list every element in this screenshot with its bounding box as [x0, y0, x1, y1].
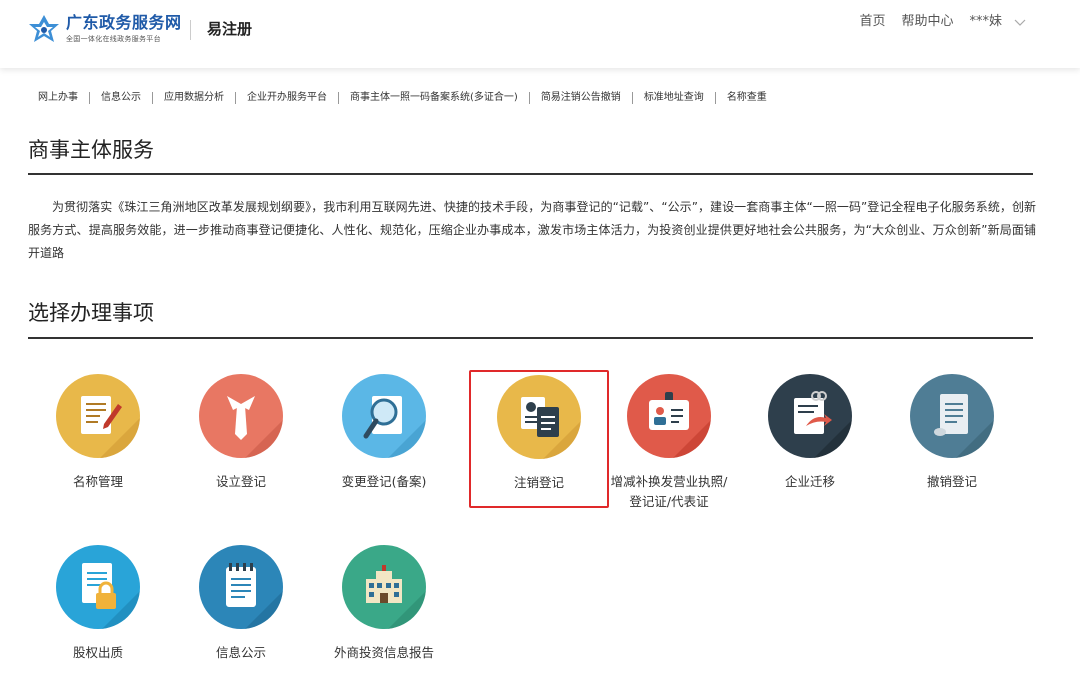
subnav-online-service[interactable]: 网上办事	[38, 90, 78, 106]
chevron-down-icon[interactable]	[1014, 16, 1026, 28]
subnav-separator	[338, 92, 339, 104]
subnav-name-check[interactable]: 名称查重	[727, 90, 767, 106]
section-divider	[28, 173, 1033, 175]
service-revoke-registration[interactable]: 撤销登记	[882, 374, 1022, 492]
service-label: 信息公示	[215, 645, 266, 660]
nav-home-link[interactable]: 首页	[859, 13, 885, 31]
top-nav: 首页 帮助中心 ***妹	[859, 13, 1002, 31]
info-disclosure-icon	[199, 545, 283, 629]
license-reissue-icon	[627, 374, 711, 458]
subnav-one-license-system[interactable]: 商事主体一照一码备案系统(多证合一)	[350, 90, 518, 106]
service-label: 设立登记	[215, 474, 266, 489]
service-label: 名称管理	[72, 474, 123, 489]
module-title: 易注册	[207, 20, 253, 38]
subnav-enterprise-platform[interactable]: 企业开办服务平台	[247, 90, 327, 106]
cancel-registration-icon	[497, 375, 581, 459]
service-label: 外商投资信息报告	[333, 645, 434, 660]
service-label: 撤销登记	[926, 474, 977, 489]
brand-title: 广东政务服务网	[66, 13, 182, 32]
service-cancel-registration[interactable]: 注销登记	[469, 370, 609, 508]
user-name[interactable]: ***妹	[969, 13, 1002, 31]
subnav-separator	[714, 92, 716, 104]
service-equity-pledge[interactable]: 股权出质	[28, 545, 168, 663]
brand-divider	[190, 20, 191, 40]
service-info-disclosure[interactable]: 信息公示	[171, 545, 311, 663]
nav-help-link[interactable]: 帮助中心	[901, 13, 953, 31]
equity-pledge-icon	[56, 545, 140, 629]
revoke-registration-icon	[910, 374, 994, 458]
establish-registration-icon	[199, 374, 283, 458]
subnav-separator	[528, 92, 530, 104]
subnav-separator	[235, 92, 236, 104]
subnav-address-query[interactable]: 标准地址查询	[644, 90, 704, 106]
service-label: 注销登记	[513, 475, 564, 490]
service-establish-registration[interactable]: 设立登记	[171, 374, 311, 492]
service-label: 股权出质	[72, 645, 123, 660]
brand[interactable]: 广东政务服务网 全国一体化在线政务服务平台	[66, 14, 182, 44]
section-divider	[28, 337, 1033, 339]
subnav-separator	[631, 92, 633, 104]
service-license-reissue[interactable]: 增减补换发营业执照/登记证/代表证	[599, 374, 739, 512]
subnav-info-disclosure[interactable]: 信息公示	[101, 90, 141, 106]
intro-paragraph: 为贯彻落实《珠江三角洲地区改革发展规划纲要》，我市利用互联网先进、快捷的技术手段…	[28, 200, 1036, 260]
subnav-separator	[152, 92, 153, 104]
section-title-select-item: 选择办理事项	[28, 301, 154, 325]
subnav-data-analysis[interactable]: 应用数据分析	[164, 90, 224, 106]
subnav-separator	[89, 92, 90, 104]
name-management-icon	[56, 374, 140, 458]
service-label: 变更登记(备案)	[341, 474, 427, 489]
service-change-registration[interactable]: 变更登记(备案)	[314, 374, 454, 492]
subnav-simple-cancel-revoke[interactable]: 简易注销公告撤销	[541, 90, 621, 106]
foreign-investment-report-icon	[342, 545, 426, 629]
guangdong-gov-logo-icon[interactable]	[28, 14, 60, 46]
service-label: 增减补换发营业执照/登记证/代表证	[610, 474, 728, 509]
brand-subtitle: 全国一体化在线政务服务平台	[66, 35, 161, 43]
change-registration-icon	[342, 374, 426, 458]
sub-nav: 网上办事 信息公示 应用数据分析 企业开办服务平台 商事主体一照一码备案系统(多…	[38, 90, 767, 106]
service-label: 企业迁移	[784, 474, 835, 489]
enterprise-migration-icon	[768, 374, 852, 458]
service-enterprise-migration[interactable]: 企业迁移	[740, 374, 880, 492]
service-name-management[interactable]: 名称管理	[28, 374, 168, 492]
section-title-business-service: 商事主体服务	[28, 138, 154, 162]
top-header: 广东政务服务网 全国一体化在线政务服务平台 易注册 首页 帮助中心 ***妹	[0, 0, 1080, 68]
service-foreign-investment-report[interactable]: 外商投资信息报告	[314, 545, 454, 663]
